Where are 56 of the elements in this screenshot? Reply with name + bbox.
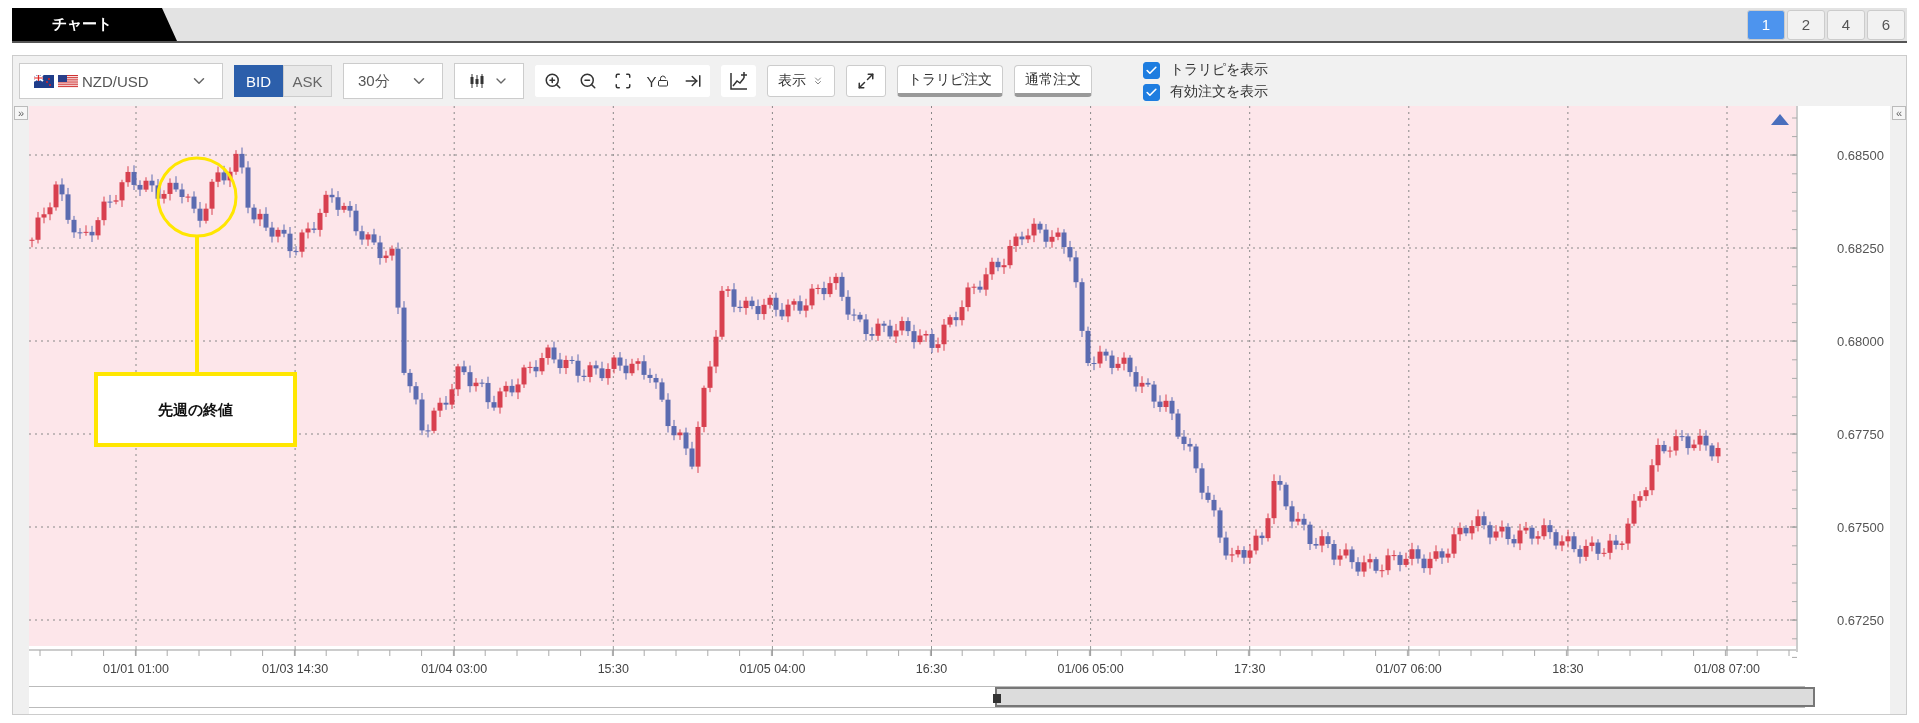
price-label: 0.68250 <box>1837 241 1884 256</box>
price-label: 0.68500 <box>1837 148 1884 163</box>
price-label: 0.68000 <box>1837 334 1884 349</box>
time-label: 01/05 04:00 <box>739 662 806 676</box>
chart-tab[interactable]: チャート <box>12 8 177 41</box>
callout-text: 先週の終値 <box>157 401 233 418</box>
scroller-handle[interactable] <box>993 694 1001 703</box>
checkbox[interactable] <box>1143 61 1160 79</box>
frame-corners-icon <box>613 72 632 90</box>
flag-icon <box>58 74 78 88</box>
order-button[interactable]: トラリピ注文 <box>897 65 1003 97</box>
arrow-to-line-icon <box>683 72 702 90</box>
expand-icon <box>857 72 875 90</box>
timeframe-label: 30分 <box>358 71 390 91</box>
time-label: 01/04 03:00 <box>421 662 488 676</box>
time-label: 01/06 05:00 <box>1057 662 1124 676</box>
time-label: 01/07 06:00 <box>1375 662 1442 676</box>
time-label: 15:30 <box>597 662 629 676</box>
time-label: 01/01 01:00 <box>103 662 169 676</box>
chart-plus-icon <box>728 71 749 91</box>
display-menu-button[interactable]: 表示 <box>767 65 835 97</box>
candlestick-icon <box>469 73 485 89</box>
expand-left-button[interactable]: » <box>14 106 28 120</box>
price-label: 0.67750 <box>1837 427 1884 442</box>
currency-pair-select[interactable]: NZD/USD <box>19 63 223 99</box>
scroller-thumb[interactable] <box>995 687 1815 707</box>
zoom-out-icon <box>578 72 597 90</box>
price-type-toggle[interactable]: BID <box>234 65 283 97</box>
layout-button[interactable]: 4 <box>1827 9 1865 40</box>
time-label: 17:30 <box>1234 662 1266 676</box>
layout-button[interactable]: 2 <box>1787 9 1825 40</box>
flag-icon <box>34 74 54 88</box>
checkbox[interactable] <box>1143 83 1160 101</box>
time-label: 01/08 07:00 <box>1694 662 1760 676</box>
check-icon <box>1145 85 1158 99</box>
zoom-in-icon <box>543 72 562 90</box>
timeframe-select[interactable]: 30分 <box>343 63 443 99</box>
order-button[interactable]: 通常注文 <box>1014 65 1092 97</box>
time-label: 01/03 14:30 <box>262 662 329 676</box>
price-type-toggle[interactable]: ASK <box>283 65 332 97</box>
expand-right-button[interactable]: « <box>1892 106 1906 120</box>
layout-button[interactable]: 6 <box>1867 9 1905 40</box>
time-label: 18:30 <box>1552 662 1584 676</box>
double-chevron-icon <box>812 75 824 87</box>
checkbox-label: トラリピを表示 <box>1170 61 1268 79</box>
check-icon <box>1145 63 1158 77</box>
checkbox-label: 有効注文を表示 <box>1170 83 1268 101</box>
price-label: 0.67250 <box>1837 613 1884 628</box>
scroll-to-latest-icon[interactable] <box>1771 114 1789 125</box>
price-label: 0.67500 <box>1837 520 1884 535</box>
add-indicator-button[interactable] <box>721 65 756 97</box>
time-label: 16:30 <box>915 662 948 676</box>
chart-type-select[interactable] <box>454 63 524 99</box>
pair-label: NZD/USD <box>82 72 149 90</box>
unlocked-padlock-icon <box>656 75 669 87</box>
fullscreen-button[interactable] <box>846 65 886 97</box>
